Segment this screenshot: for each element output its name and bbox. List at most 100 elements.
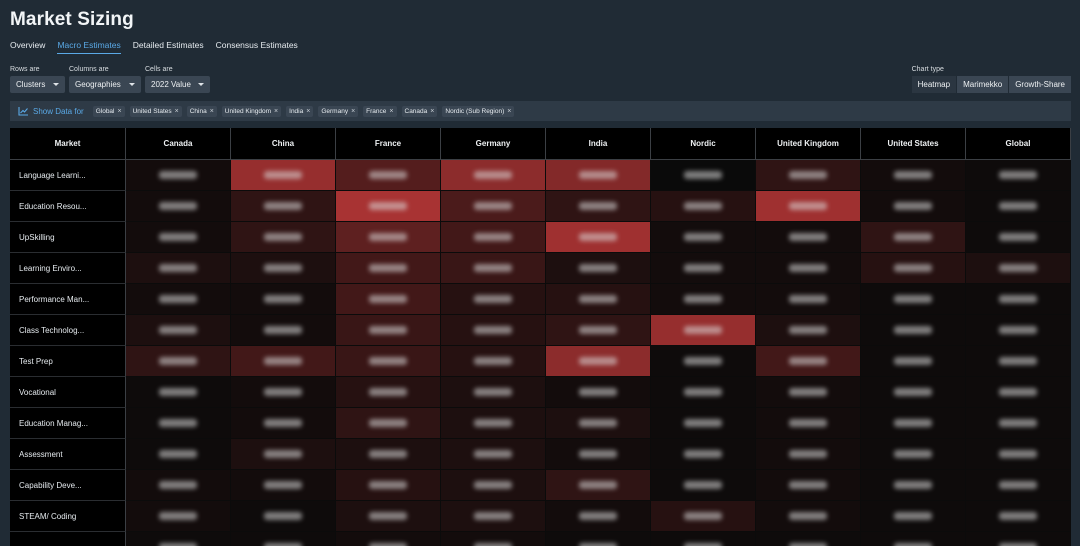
heatmap-cell[interactable]: [546, 346, 651, 377]
heatmap-cell[interactable]: [651, 470, 756, 501]
heatmap-cell[interactable]: [336, 501, 441, 532]
heatmap-cell[interactable]: [231, 408, 336, 439]
heatmap-cell[interactable]: [756, 532, 861, 546]
heatmap-cell[interactable]: [966, 532, 1071, 546]
heatmap-cell[interactable]: [756, 408, 861, 439]
heatmap-cell[interactable]: [336, 532, 441, 546]
heatmap-cell[interactable]: [966, 346, 1071, 377]
heatmap-cell[interactable]: [861, 346, 966, 377]
heatmap-cell[interactable]: [861, 532, 966, 546]
row-label[interactable]: [10, 532, 126, 546]
heatmap-cell[interactable]: [126, 191, 231, 222]
heatmap-cell[interactable]: [756, 315, 861, 346]
heatmap-cell[interactable]: [861, 439, 966, 470]
column-header[interactable]: France: [336, 128, 441, 160]
close-icon[interactable]: ×: [430, 108, 434, 115]
heatmap-cell[interactable]: [756, 160, 861, 191]
heatmap-cell[interactable]: [861, 408, 966, 439]
heatmap-cell[interactable]: [756, 284, 861, 315]
heatmap-cell[interactable]: [966, 408, 1071, 439]
heatmap-cell[interactable]: [231, 532, 336, 546]
heatmap-cell[interactable]: [546, 501, 651, 532]
chart-type-growth-share-button[interactable]: Growth-Share: [1009, 76, 1072, 93]
heatmap-cell[interactable]: [546, 470, 651, 501]
columns-select[interactable]: Geographies: [69, 76, 141, 93]
heatmap-cell[interactable]: [546, 408, 651, 439]
heatmap-cell[interactable]: [546, 160, 651, 191]
heatmap-cell[interactable]: [126, 470, 231, 501]
heatmap-cell[interactable]: [336, 439, 441, 470]
heatmap-cell[interactable]: [966, 222, 1071, 253]
heatmap-cell[interactable]: [756, 470, 861, 501]
heatmap-cell[interactable]: [966, 377, 1071, 408]
heatmap-cell[interactable]: [231, 284, 336, 315]
close-icon[interactable]: ×: [118, 108, 122, 115]
heatmap-cell[interactable]: [861, 222, 966, 253]
heatmap-cell[interactable]: [441, 408, 546, 439]
close-icon[interactable]: ×: [351, 108, 355, 115]
heatmap-cell[interactable]: [861, 284, 966, 315]
heatmap-cell[interactable]: [861, 501, 966, 532]
heatmap-cell[interactable]: [651, 160, 756, 191]
heatmap-cell[interactable]: [861, 253, 966, 284]
tab-consensus-estimates[interactable]: Consensus Estimates: [216, 40, 298, 54]
heatmap-cell[interactable]: [441, 346, 546, 377]
row-label[interactable]: Performance Man...: [10, 284, 126, 315]
heatmap-cell[interactable]: [756, 501, 861, 532]
heatmap-cell[interactable]: [651, 532, 756, 546]
heatmap-cell[interactable]: [546, 222, 651, 253]
heatmap-cell[interactable]: [756, 439, 861, 470]
heatmap-cell[interactable]: [546, 439, 651, 470]
heatmap-cell[interactable]: [126, 532, 231, 546]
column-header[interactable]: Global: [966, 128, 1071, 160]
heatmap-cell[interactable]: [126, 315, 231, 346]
close-icon[interactable]: ×: [507, 108, 511, 115]
heatmap-cell[interactable]: [966, 315, 1071, 346]
heatmap-cell[interactable]: [231, 439, 336, 470]
column-header[interactable]: China: [231, 128, 336, 160]
tab-detailed-estimates[interactable]: Detailed Estimates: [133, 40, 204, 54]
heatmap-cell[interactable]: [441, 377, 546, 408]
row-label[interactable]: Language Learni...: [10, 160, 126, 191]
heatmap-cell[interactable]: [756, 191, 861, 222]
heatmap-cell[interactable]: [336, 470, 441, 501]
heatmap-cell[interactable]: [861, 315, 966, 346]
heatmap-cell[interactable]: [441, 222, 546, 253]
heatmap-cell[interactable]: [231, 346, 336, 377]
heatmap-cell[interactable]: [966, 191, 1071, 222]
heatmap-cell[interactable]: [651, 408, 756, 439]
heatmap-cell[interactable]: [546, 532, 651, 546]
heatmap-cell[interactable]: [126, 160, 231, 191]
heatmap-cell[interactable]: [651, 284, 756, 315]
rows-select[interactable]: Clusters: [10, 76, 65, 93]
heatmap-cell[interactable]: [231, 191, 336, 222]
heatmap-cell[interactable]: [651, 439, 756, 470]
row-label[interactable]: Class Technolog...: [10, 315, 126, 346]
heatmap-cell[interactable]: [651, 191, 756, 222]
heatmap-cell[interactable]: [651, 253, 756, 284]
heatmap-cell[interactable]: [231, 315, 336, 346]
heatmap-cell[interactable]: [651, 377, 756, 408]
heatmap-cell[interactable]: [861, 160, 966, 191]
heatmap-cell[interactable]: [756, 377, 861, 408]
row-label[interactable]: UpSkilling: [10, 222, 126, 253]
heatmap-cell[interactable]: [231, 470, 336, 501]
heatmap-cell[interactable]: [861, 191, 966, 222]
heatmap-cell[interactable]: [966, 439, 1071, 470]
heatmap-cell[interactable]: [441, 439, 546, 470]
heatmap-cell[interactable]: [546, 191, 651, 222]
heatmap-cell[interactable]: [756, 253, 861, 284]
show-data-for-button[interactable]: Show Data for: [18, 106, 84, 116]
close-icon[interactable]: ×: [175, 108, 179, 115]
row-label[interactable]: STEAM/ Coding: [10, 501, 126, 532]
tab-overview[interactable]: Overview: [10, 40, 45, 54]
tab-macro-estimates[interactable]: Macro Estimates: [57, 40, 121, 54]
heatmap-cell[interactable]: [966, 470, 1071, 501]
column-header[interactable]: Canada: [126, 128, 231, 160]
column-header[interactable]: United States: [861, 128, 966, 160]
heatmap-cell[interactable]: [336, 315, 441, 346]
heatmap-cell[interactable]: [336, 346, 441, 377]
row-label[interactable]: Education Resou...: [10, 191, 126, 222]
heatmap-cell[interactable]: [441, 253, 546, 284]
row-label[interactable]: Assessment: [10, 439, 126, 470]
